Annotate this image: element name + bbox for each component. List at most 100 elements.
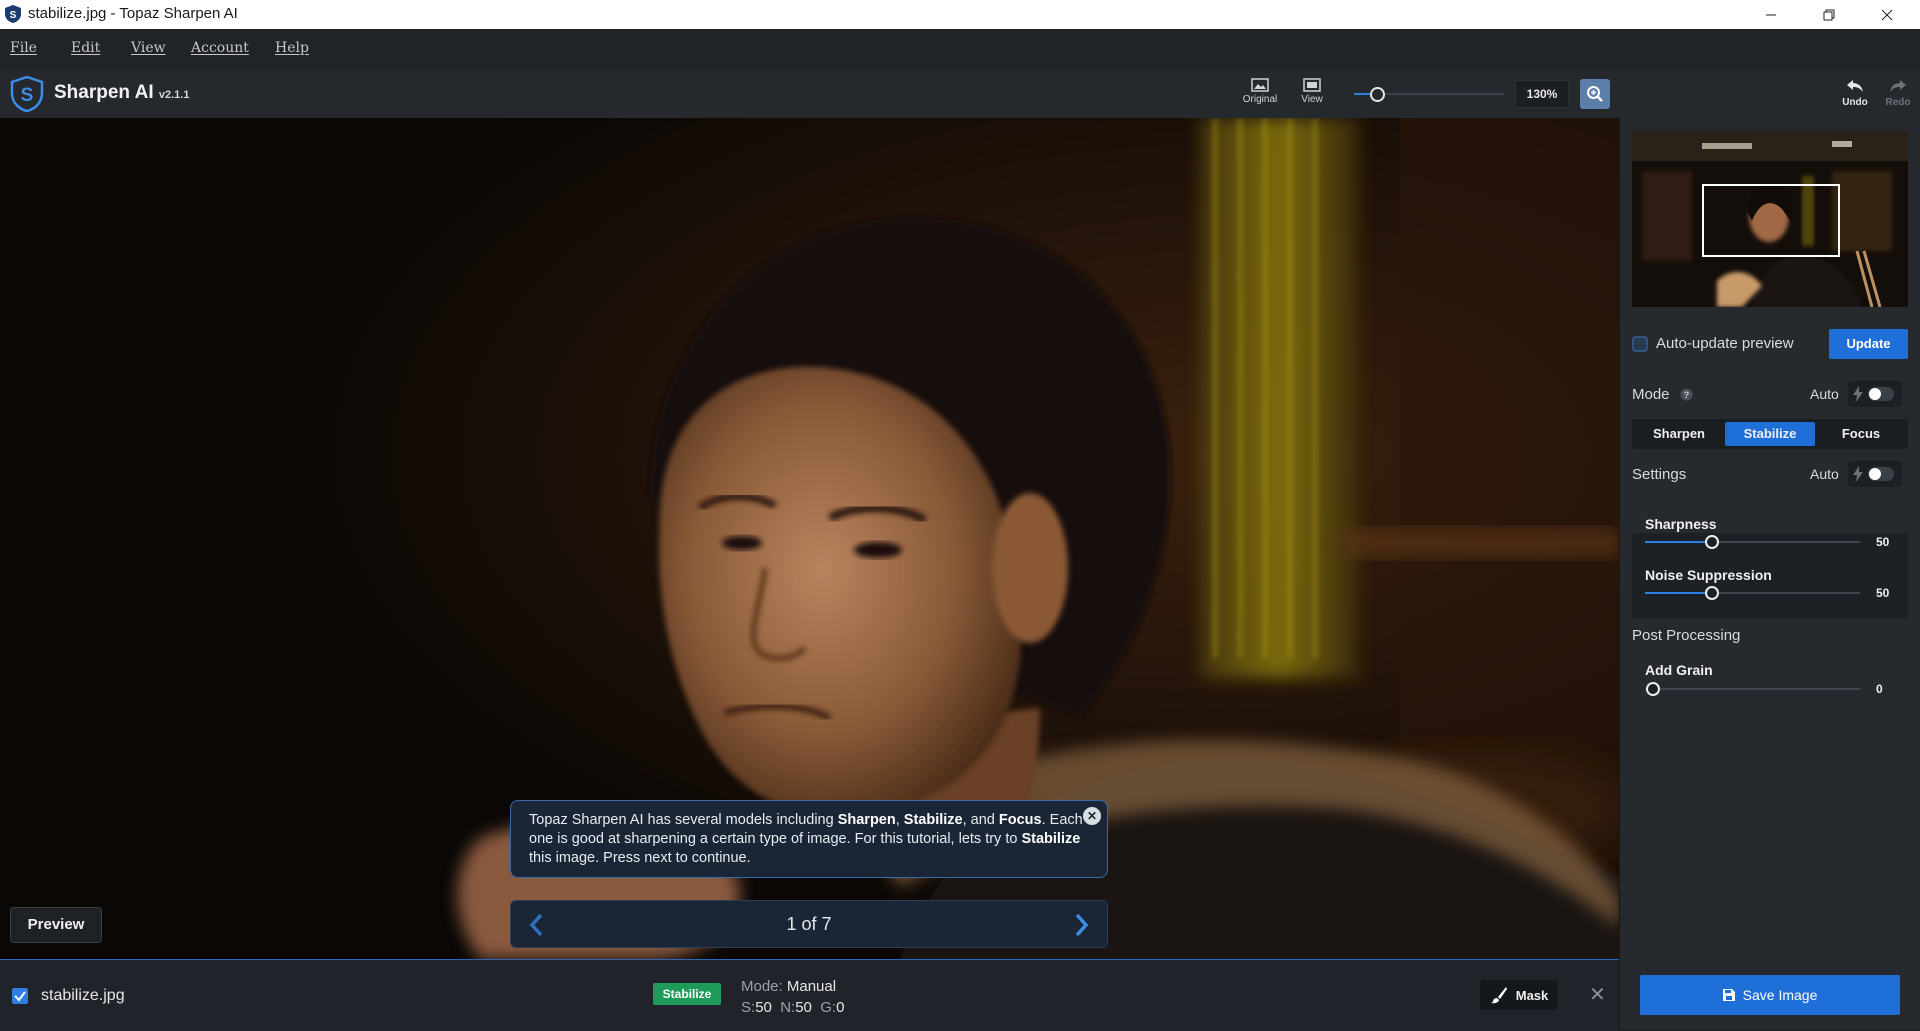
page-indicator: 1 of 7 <box>786 914 832 934</box>
tutorial-keyword: Stabilize <box>1021 831 1081 847</box>
add-grain-value: 0 <box>1876 682 1883 696</box>
sharpness-slider-handle[interactable] <box>1705 535 1719 549</box>
single-view-icon <box>1303 78 1321 92</box>
g-value: 0 <box>836 999 845 1016</box>
file-name[interactable]: stabilize.jpg <box>41 987 125 1005</box>
app-icon: S <box>5 5 21 23</box>
sharpness-value: 50 <box>1876 535 1890 549</box>
restore-button[interactable] <box>1800 0 1858 29</box>
floppy-disk-icon <box>1722 989 1735 1001</box>
s-value: 50 <box>755 999 772 1016</box>
mode-auto-label: Auto <box>1810 386 1839 402</box>
view-button[interactable]: View <box>1288 78 1336 114</box>
update-button[interactable]: Update <box>1829 329 1908 359</box>
noise-suppression-slider-handle[interactable] <box>1705 586 1719 600</box>
save-image-label: Save Image <box>1742 987 1818 1003</box>
menu-help[interactable]: Help <box>275 40 309 56</box>
add-grain-label: Add Grain <box>1645 662 1713 678</box>
post-processing-label: Post Processing <box>1632 627 1741 644</box>
file-checkbox[interactable] <box>12 988 28 1004</box>
mode-stabilize-button[interactable]: Stabilize <box>1725 422 1815 446</box>
tutorial-keyword: Focus <box>998 812 1042 828</box>
auto-update-checkbox[interactable] <box>1632 336 1648 352</box>
bolt-icon <box>1853 466 1863 482</box>
mode-auto-toggle[interactable] <box>1848 381 1902 407</box>
tutorial-text-run: , <box>895 812 904 828</box>
mode-key: Mode: <box>741 978 783 995</box>
settings-auto-label: Auto <box>1810 466 1839 482</box>
settings-auto-toggle[interactable] <box>1848 461 1902 487</box>
add-grain-slider-track[interactable] <box>1645 688 1860 690</box>
auto-update-label: Auto-update preview <box>1656 335 1794 352</box>
menu-edit[interactable]: Edit <box>71 40 100 56</box>
tooltip-close-button[interactable]: ✕ <box>1083 807 1101 825</box>
tutorial-text: Topaz Sharpen AI has several models incl… <box>529 811 1089 868</box>
next-arrow-icon[interactable] <box>1069 911 1093 939</box>
svg-text:S: S <box>10 10 17 21</box>
menu-account[interactable]: Account <box>191 40 249 56</box>
minimize-button[interactable] <box>1742 0 1800 29</box>
app-brand: Sharpen AI v2.1.1 <box>54 82 189 104</box>
tutorial-pager: 1 of 7 <box>510 900 1108 948</box>
mask-label: Mask <box>1515 987 1549 1003</box>
original-button[interactable]: Original <box>1236 78 1284 114</box>
zoom-slider-handle[interactable] <box>1370 87 1385 102</box>
menu-bar: File Edit View Account Help <box>0 29 1920 68</box>
s-key: S: <box>741 999 756 1016</box>
settings-label: Settings <box>1632 466 1687 483</box>
undo-label: Undo <box>1842 97 1868 108</box>
mode-label: Mode <box>1632 386 1670 403</box>
tutorial-text-run: this image. Press next to continue. <box>529 850 751 866</box>
save-image-button[interactable]: Save Image <box>1640 975 1900 1015</box>
magnifier-plus-icon <box>1587 86 1603 102</box>
view-label: View <box>1301 94 1323 105</box>
tutorial-text-run: Topaz Sharpen AI has several models incl… <box>529 812 838 828</box>
brush-icon <box>1490 987 1507 1004</box>
mask-button[interactable]: Mask <box>1480 980 1558 1010</box>
window-title-bar: S stabilize.jpg - Topaz Sharpen AI <box>0 0 1920 29</box>
mode-value: Manual <box>786 978 837 995</box>
original-label: Original <box>1242 94 1278 105</box>
noise-suppression-label: Noise Suppression <box>1645 567 1772 583</box>
svg-text:?: ? <box>1684 390 1690 400</box>
close-window-button[interactable] <box>1858 0 1916 29</box>
file-bar: stabilize.jpg Stabilize Mode: Manual S:5… <box>0 959 1619 1031</box>
tutorial-tooltip: Topaz Sharpen AI has several models incl… <box>510 800 1108 878</box>
mode-selector: Sharpen Stabilize Focus <box>1632 419 1908 449</box>
svg-text:S: S <box>21 85 34 106</box>
add-grain-slider-handle[interactable] <box>1646 682 1660 696</box>
noise-suppression-slider-fill <box>1645 592 1712 594</box>
sharpness-slider-fill <box>1645 541 1712 543</box>
image-icon <box>1251 78 1269 92</box>
undo-icon <box>1847 80 1863 92</box>
n-key: N: <box>780 999 796 1016</box>
toggle-knob <box>1869 468 1881 480</box>
menu-view[interactable]: View <box>131 40 166 56</box>
zoom-in-button[interactable] <box>1580 79 1610 109</box>
remove-file-icon[interactable]: ✕ <box>1589 982 1606 1007</box>
noise-suppression-value: 50 <box>1876 586 1890 600</box>
tutorial-keyword: Sharpen <box>837 812 896 828</box>
mode-focus-button[interactable]: Focus <box>1818 422 1904 446</box>
redo-icon <box>1890 80 1906 92</box>
undo-button[interactable]: Undo <box>1835 78 1875 108</box>
mode-sharpen-button[interactable]: Sharpen <box>1636 422 1722 446</box>
bolt-icon <box>1853 386 1863 402</box>
toggle-knob <box>1869 388 1881 400</box>
model-badge: Stabilize <box>653 983 721 1005</box>
sharpen-logo-icon: S <box>10 76 44 112</box>
redo-button[interactable]: Redo <box>1878 78 1918 108</box>
zoom-value[interactable]: 130% <box>1515 80 1569 108</box>
g-key: G: <box>820 999 837 1016</box>
app-name: Sharpen AI <box>54 82 154 103</box>
help-icon[interactable]: ? <box>1680 388 1693 401</box>
preview-button[interactable]: Preview <box>10 907 102 943</box>
menu-file[interactable]: File <box>10 40 37 56</box>
toolbar: S Sharpen AI v2.1.1 Original View <box>0 68 1920 119</box>
sharpness-label: Sharpness <box>1645 516 1717 532</box>
window-title: stabilize.jpg - Topaz Sharpen AI <box>28 5 238 22</box>
navigator-viewport[interactable] <box>1702 184 1840 257</box>
app-version: v2.1.1 <box>158 89 190 101</box>
tutorial-text-run: , and <box>962 812 999 828</box>
n-value: 50 <box>795 999 812 1016</box>
